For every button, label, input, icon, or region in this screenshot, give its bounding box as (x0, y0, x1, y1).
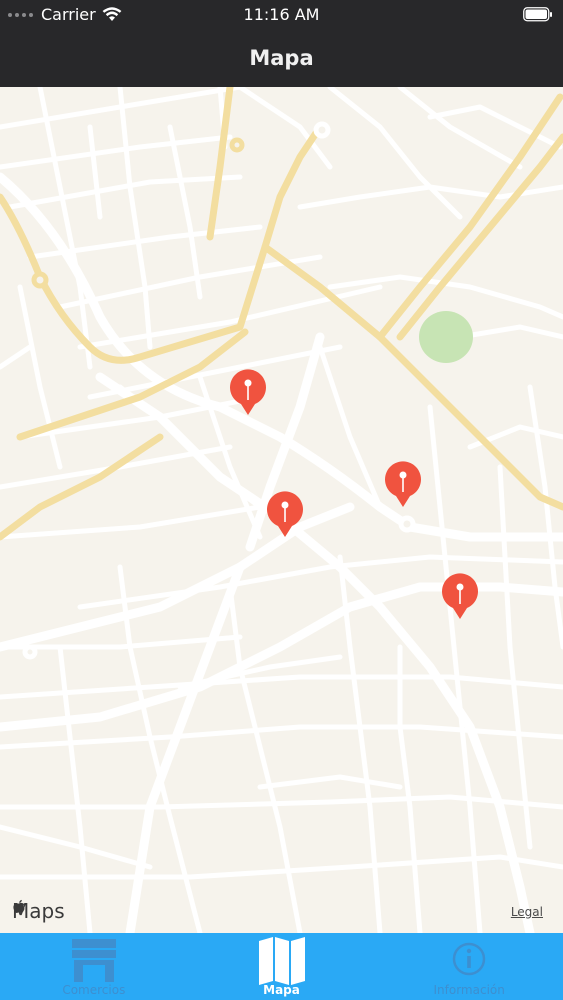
map-pin-4[interactable] (440, 573, 480, 621)
tab-label-mapa: Mapa (263, 983, 300, 997)
info-icon (445, 935, 493, 983)
navigation-bar: Mapa (0, 30, 563, 87)
wifi-icon (102, 7, 122, 21)
status-left: Carrier (8, 5, 122, 24)
park-area (419, 311, 473, 363)
signal-dots-icon (8, 12, 33, 17)
map-view[interactable]: Maps Legal (0, 87, 563, 933)
map-pin-1[interactable] (228, 369, 268, 417)
status-bar: Carrier 11:16 AM (0, 0, 563, 30)
map-icon (257, 935, 307, 985)
tab-informacion[interactable]: Información (375, 933, 563, 1000)
tab-comercios[interactable]: Comercios (0, 933, 188, 1000)
battery-icon (523, 7, 552, 22)
apple-logo-icon (13, 899, 25, 913)
carrier-label: Carrier (41, 5, 96, 24)
map-pin-2[interactable] (383, 461, 423, 509)
tab-label-informacion: Información (433, 983, 505, 997)
tab-mapa[interactable]: Mapa (188, 933, 376, 1000)
map-pin-3[interactable] (265, 491, 305, 539)
tab-bar: Comercios Mapa Información (0, 933, 563, 1000)
page-title: Mapa (249, 46, 314, 70)
tab-label-comercios: Comercios (62, 983, 126, 997)
maps-attribution: Maps (12, 899, 65, 923)
legal-link[interactable]: Legal (511, 905, 543, 919)
store-icon (68, 935, 120, 983)
